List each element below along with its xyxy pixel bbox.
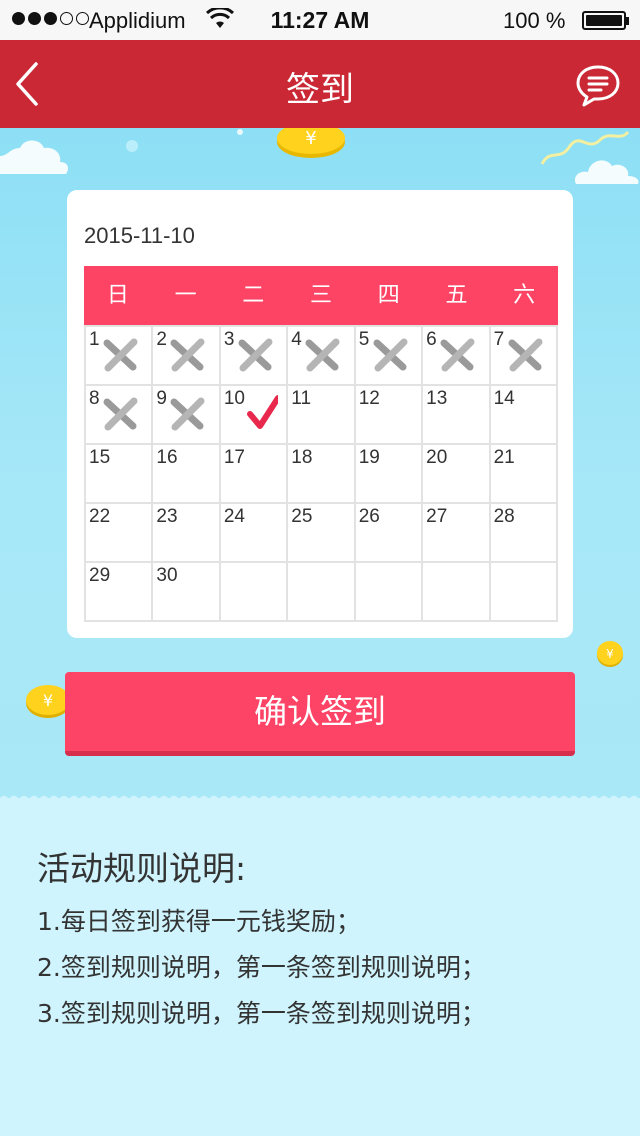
calendar-day-cell[interactable]: 27 bbox=[423, 504, 491, 563]
calendar-day-cell[interactable]: 11 bbox=[288, 386, 356, 445]
calendar-empty-cell bbox=[490, 563, 558, 622]
calendar-day-cell[interactable]: 29 bbox=[86, 563, 154, 622]
calendar-empty-cell bbox=[355, 563, 424, 622]
day-number: 28 bbox=[493, 506, 515, 527]
calendar-day-cell[interactable]: 26 bbox=[355, 504, 424, 563]
day-number: 20 bbox=[426, 447, 448, 468]
rule-item: 1.每日签到获得一元钱奖励； bbox=[37, 907, 361, 936]
calendar-day-cell[interactable]: 17 bbox=[220, 445, 289, 504]
checkmark-icon bbox=[246, 395, 278, 429]
sparkles-icon bbox=[126, 129, 243, 152]
streamer-icon bbox=[540, 130, 630, 165]
calendar-day-cell[interactable]: 13 bbox=[423, 386, 491, 445]
calendar-day-cell[interactable]: 19 bbox=[355, 445, 424, 504]
nav-bar: 签到 bbox=[0, 40, 640, 128]
calendar-current-date: 2015-11-10 bbox=[84, 223, 195, 248]
day-number: 18 bbox=[291, 447, 313, 468]
weekday-label: 三 bbox=[310, 283, 333, 308]
calendar-day-cell[interactable]: 18 bbox=[288, 445, 356, 504]
chat-bubble-icon bbox=[576, 65, 620, 107]
confirm-checkin-button[interactable]: 确认签到 bbox=[65, 672, 575, 756]
calendar-day-cell[interactable]: 10 bbox=[220, 386, 289, 445]
calendar-day-cell[interactable]: 1 bbox=[86, 327, 154, 386]
calendar-day-cell[interactable]: 6 bbox=[423, 327, 491, 386]
missed-x-icon bbox=[440, 338, 475, 372]
battery-icon bbox=[582, 11, 629, 30]
missed-x-icon bbox=[170, 397, 205, 431]
day-number: 11 bbox=[291, 388, 312, 409]
missed-x-icon bbox=[103, 338, 138, 372]
day-number: 25 bbox=[291, 506, 313, 527]
calendar-day-cell[interactable]: 28 bbox=[490, 504, 558, 563]
weekday-header: 日 一 二 三 四 五 六 bbox=[84, 266, 558, 325]
missed-x-icon bbox=[305, 338, 340, 372]
svg-text:¥: ¥ bbox=[606, 647, 614, 661]
weekday-label: 二 bbox=[242, 283, 265, 308]
day-number: 15 bbox=[89, 447, 111, 468]
day-number: 29 bbox=[89, 565, 111, 586]
missed-x-icon bbox=[373, 338, 408, 372]
weekday-label: 一 bbox=[174, 283, 197, 308]
cloud-icon bbox=[0, 140, 68, 174]
svg-text:¥: ¥ bbox=[43, 691, 53, 710]
calendar-empty-cell bbox=[220, 563, 289, 622]
calendar-day-cell[interactable]: 4 bbox=[288, 327, 356, 386]
rule-item: 3.签到规则说明，第一条签到规则说明； bbox=[37, 999, 486, 1028]
calendar-day-cell[interactable]: 22 bbox=[86, 504, 154, 563]
svg-text:¥: ¥ bbox=[305, 128, 316, 149]
day-number: 17 bbox=[223, 447, 245, 468]
day-number: 27 bbox=[426, 506, 448, 527]
calendar-day-cell[interactable]: 7 bbox=[490, 327, 558, 386]
day-number: 22 bbox=[89, 506, 111, 527]
calendar-day-cell[interactable]: 30 bbox=[153, 563, 221, 622]
calendar-day-cell[interactable]: 2 bbox=[153, 327, 221, 386]
calendar-day-cell[interactable]: 23 bbox=[153, 504, 221, 563]
day-number: 24 bbox=[223, 506, 245, 527]
coin-icon: ¥ bbox=[597, 641, 623, 667]
calendar-day-cell[interactable]: 21 bbox=[490, 445, 558, 504]
day-number: 23 bbox=[156, 506, 178, 527]
calendar-day-cell[interactable]: 8 bbox=[86, 386, 154, 445]
calendar-day-cell[interactable]: 9 bbox=[153, 386, 221, 445]
missed-x-icon bbox=[508, 338, 543, 372]
day-number: 21 bbox=[493, 447, 515, 468]
missed-x-icon bbox=[170, 338, 205, 372]
calendar-day-cell[interactable]: 20 bbox=[423, 445, 491, 504]
day-number: 19 bbox=[358, 447, 380, 468]
day-number: 14 bbox=[493, 388, 515, 409]
calendar-empty-cell bbox=[288, 563, 356, 622]
day-number: 12 bbox=[358, 388, 380, 409]
calendar-grid: 1 2 3 4 5 6 7 8 9 10 11 12 13 14 15 16 17 18 19 20 21 22 23 24 2… bbox=[84, 325, 558, 622]
rules-title: 活动规则说明: bbox=[37, 849, 247, 888]
calendar-card: 2015-11-10 日 一 二 三 四 五 六 1 2 3 4 5 6 7 8 9 10 11 12… bbox=[67, 190, 573, 638]
missed-x-icon bbox=[238, 338, 273, 372]
rules-section: 活动规则说明: 1.每日签到获得一元钱奖励； 2.签到规则说明，第一条签到规则说… bbox=[0, 792, 640, 1136]
day-number: 26 bbox=[358, 506, 380, 527]
weekday-label: 四 bbox=[377, 283, 400, 308]
message-button[interactable] bbox=[574, 62, 622, 110]
day-number: 13 bbox=[426, 388, 448, 409]
calendar-day-cell[interactable]: 24 bbox=[220, 504, 289, 563]
calendar-day-cell[interactable]: 25 bbox=[288, 504, 356, 563]
battery-percentage: 100 % bbox=[503, 8, 566, 33]
status-bar: Applidium 11:27 AM 100 % bbox=[0, 0, 640, 40]
calendar-empty-cell bbox=[423, 563, 491, 622]
calendar-day-cell[interactable]: 16 bbox=[153, 445, 221, 504]
rule-item: 2.签到规则说明，第一条签到规则说明； bbox=[37, 953, 486, 982]
calendar-day-cell[interactable]: 12 bbox=[355, 386, 424, 445]
day-number: 30 bbox=[156, 565, 178, 586]
weekday-label: 五 bbox=[445, 283, 468, 308]
calendar-day-cell[interactable]: 5 bbox=[355, 327, 424, 386]
calendar-day-cell[interactable]: 3 bbox=[220, 327, 289, 386]
coin-icon: ¥ bbox=[277, 128, 345, 158]
day-number: 16 bbox=[156, 447, 178, 468]
weekday-label: 日 bbox=[106, 283, 129, 308]
missed-x-icon bbox=[103, 397, 138, 431]
calendar-day-cell[interactable]: 14 bbox=[490, 386, 558, 445]
page-title: 签到 bbox=[286, 70, 354, 110]
calendar-day-cell[interactable]: 15 bbox=[86, 445, 154, 504]
scalloped-edge bbox=[0, 792, 640, 800]
weekday-label: 六 bbox=[513, 283, 536, 308]
